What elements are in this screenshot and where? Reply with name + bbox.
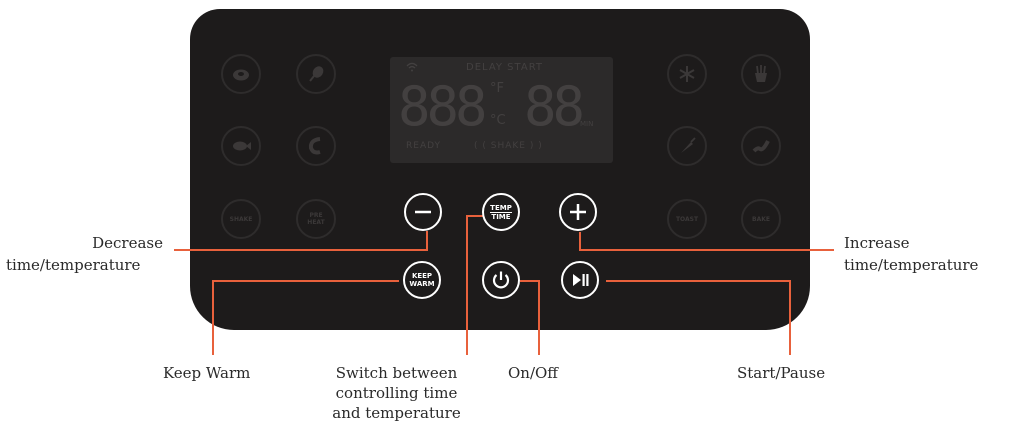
temp-label: TEMP xyxy=(490,203,512,212)
keep-warm-label: Keep Warm xyxy=(163,364,251,382)
decrease-label-line2: time/temperature xyxy=(6,256,141,274)
increase-callout-line xyxy=(579,232,834,251)
keep-warm-button[interactable]: KEEP WARM xyxy=(403,261,441,299)
onoff-callout-line xyxy=(520,280,540,355)
temp-time-button[interactable]: TEMP TIME xyxy=(482,193,520,231)
start-pause-button[interactable] xyxy=(561,261,599,299)
decrease-label: Decrease xyxy=(92,234,163,252)
decrease-button[interactable] xyxy=(404,193,442,231)
play-pause-icon xyxy=(573,274,589,286)
warm-label: WARM xyxy=(409,280,435,288)
keep-label: KEEP xyxy=(411,272,433,280)
decrease-callout-line xyxy=(174,231,428,251)
power-icon xyxy=(492,271,510,289)
increase-button[interactable] xyxy=(559,193,597,231)
start-pause-label: Start/Pause xyxy=(737,364,826,382)
on-off-label: On/Off xyxy=(508,364,558,382)
switch-label: Switch between controlling time and temp… xyxy=(332,364,461,422)
plus-icon xyxy=(570,204,586,220)
start-pause-callout-line xyxy=(606,280,791,355)
minus-icon xyxy=(415,210,431,214)
power-button[interactable] xyxy=(482,261,520,299)
keep-warm-callout-line xyxy=(212,280,399,355)
time-label: TIME xyxy=(490,211,512,221)
increase-label: Increase time/temperature xyxy=(844,234,979,274)
